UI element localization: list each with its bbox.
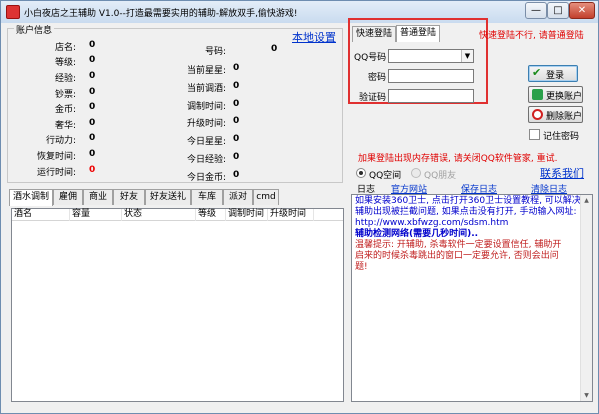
column-header-drink-name[interactable]: 酒名: [12, 209, 70, 221]
no-entry-icon: [532, 109, 543, 120]
remember-password-label: 记住密码: [543, 132, 580, 142]
field-label-shop-name: 店名:: [54, 43, 76, 53]
field-label-mix-time: 调制时间:: [186, 102, 226, 112]
tab-friends[interactable]: 好友: [113, 189, 145, 205]
field-label-gold: 金币:: [54, 105, 76, 115]
remember-password-checkbox[interactable]: [529, 129, 540, 140]
scroll-up-icon[interactable]: ▲: [581, 195, 592, 206]
qq-space-radio[interactable]: [356, 168, 366, 178]
field-label-cash: 钞票:: [54, 90, 76, 100]
tab-hire[interactable]: 雇佣: [53, 189, 83, 205]
field-label-exp: 经验:: [54, 74, 76, 84]
log-line-1[interactable]: 如果安装360卫士, 点击打开360卫士设置教程, 可以解决: [355, 196, 581, 207]
field-value-shop-name: 0: [89, 40, 96, 50]
column-header-capacity[interactable]: 容量: [70, 209, 122, 221]
qq-number-label: QQ号码: [354, 53, 387, 63]
qq-friends-radio[interactable]: [411, 168, 421, 178]
field-value-number: 0: [271, 44, 278, 54]
login-button[interactable]: ✔ 登录: [528, 65, 578, 82]
column-header-mix-time[interactable]: 调制时间: [226, 209, 268, 221]
login-hint: 快速登陆不行, 请普通登陆: [479, 31, 584, 41]
qq-friends-label: QQ朋友: [424, 171, 457, 181]
close-button[interactable]: ✕: [569, 2, 595, 19]
field-value-current-mix: 0: [233, 81, 240, 91]
field-value-today-stars: 0: [233, 134, 240, 144]
field-value-mix-time: 0: [233, 99, 240, 109]
column-header-status[interactable]: 状态: [122, 209, 196, 221]
login-button-label: 登录: [546, 71, 565, 81]
minimize-button[interactable]: —: [525, 2, 547, 19]
column-header-upgrade-time[interactable]: 升级时间: [268, 209, 314, 221]
tab-party[interactable]: 派对: [223, 189, 253, 205]
field-value-current-stars: 0: [233, 63, 240, 73]
password-label: 密码: [367, 73, 386, 83]
drinks-table[interactable]: 酒名 容量 状态 等级 调制时间 升级时间: [11, 208, 344, 402]
field-value-cash: 0: [89, 87, 96, 97]
refresh-icon: [532, 89, 543, 100]
log-line-7: 题!: [355, 262, 368, 272]
switch-account-button[interactable]: 更换账户: [528, 86, 583, 103]
memory-error-warning: 加果登陆出现内存错误, 请关闭QQ软件管家, 重试.: [358, 154, 558, 164]
title-bar: 小白夜店之王辅助 V1.0--打造最需要实用的辅助-解放双手,偷快游戏! — □…: [1, 1, 598, 23]
tab-drink-mixing[interactable]: 酒水调制: [9, 189, 53, 206]
window-title: 小白夜店之王辅助 V1.0--打造最需要实用的辅助-解放双手,偷快游戏!: [24, 9, 298, 19]
tab-normal-login[interactable]: 普通登陆: [396, 25, 440, 42]
field-label-action: 行动力:: [45, 136, 76, 146]
tab-cmd[interactable]: cmd: [253, 189, 279, 205]
function-tabs: 酒水调制 雇佣 商业 好友 好友送礼 车库 派对 cmd: [9, 189, 344, 206]
account-group-title: 账户信息: [14, 23, 55, 36]
field-value-exp: 0: [89, 71, 96, 81]
log-line-4: 辅助检测网络(需要几秒时间)..: [355, 229, 479, 239]
table-header: 酒名 容量 状态 等级 调制时间 升级时间: [12, 209, 343, 221]
field-value-today-gold: 0: [233, 170, 240, 180]
log-line-6: 启来的时候杀毒跳出的窗口一定要允许, 否则会出问: [355, 251, 559, 261]
tab-friend-gift[interactable]: 好友送礼: [145, 189, 191, 205]
field-label-level: 等级:: [54, 58, 76, 68]
tab-quick-login[interactable]: 快速登陆: [352, 26, 396, 42]
field-value-recover-time: 0: [89, 149, 96, 159]
password-field[interactable]: [388, 69, 474, 83]
maximize-button[interactable]: □: [547, 2, 569, 19]
log-scrollbar[interactable]: ▲ ▼: [580, 195, 592, 401]
log-line-2: 辅助出现被拦截问题, 如果点击没有打开, 手动输入网址:: [355, 207, 577, 217]
captcha-field[interactable]: [388, 89, 474, 103]
tab-garage[interactable]: 车库: [191, 189, 223, 205]
delete-account-button[interactable]: 删除账户: [528, 106, 583, 123]
log-line-3: http://www.xbfwzg.com/sdsm.htm: [355, 218, 509, 228]
field-label-luxury: 奢华:: [54, 121, 76, 131]
checkmark-icon: ✔: [532, 66, 542, 79]
qq-space-label: QQ空间: [369, 171, 402, 181]
local-settings-link[interactable]: 本地设置: [292, 29, 336, 45]
log-line-5: 温馨提示: 开辅助, 杀毒软件一定要设置信任, 辅助开: [355, 240, 562, 250]
qq-number-combo[interactable]: ▼: [388, 49, 474, 63]
field-value-run-time: 0: [89, 165, 96, 175]
field-value-level: 0: [89, 55, 96, 65]
field-label-current-mix: 当前调酒:: [186, 84, 226, 94]
tab-business[interactable]: 商业: [83, 189, 113, 205]
field-label-today-stars: 今日星星:: [186, 137, 226, 147]
contact-us-link[interactable]: 联系我们: [540, 165, 584, 181]
app-icon: [6, 5, 20, 19]
login-panel: 快速登陆 普通登陆 QQ号码 ▼ 密码 验证码: [348, 18, 488, 104]
field-value-today-exp: 0: [233, 152, 240, 162]
field-label-number: 号码:: [204, 47, 226, 57]
field-label-upgrade-time: 升级时间:: [186, 119, 226, 129]
field-value-gold: 0: [89, 102, 96, 112]
scroll-down-icon[interactable]: ▼: [581, 390, 592, 401]
field-label-recover-time: 恢复时间:: [36, 152, 76, 162]
delete-account-label: 删除账户: [546, 112, 583, 122]
column-header-level[interactable]: 等级: [196, 209, 226, 221]
captcha-label: 验证码: [358, 93, 386, 103]
field-value-luxury: 0: [89, 118, 96, 128]
field-label-run-time: 运行时间:: [36, 168, 76, 178]
field-value-action: 0: [89, 133, 96, 143]
field-label-today-exp: 今日经验:: [186, 155, 226, 165]
log-output[interactable]: 如果安装360卫士, 点击打开360卫士设置教程, 可以解决 辅助出现被拦截问题…: [351, 194, 593, 402]
chevron-down-icon[interactable]: ▼: [461, 50, 473, 62]
field-value-upgrade-time: 0: [233, 116, 240, 126]
field-label-current-stars: 当前星星:: [186, 66, 226, 76]
field-label-today-gold: 今日金币:: [186, 173, 226, 183]
main-window: 小白夜店之王辅助 V1.0--打造最需要实用的辅助-解放双手,偷快游戏! — □…: [0, 0, 599, 414]
switch-account-label: 更换账户: [546, 92, 583, 102]
